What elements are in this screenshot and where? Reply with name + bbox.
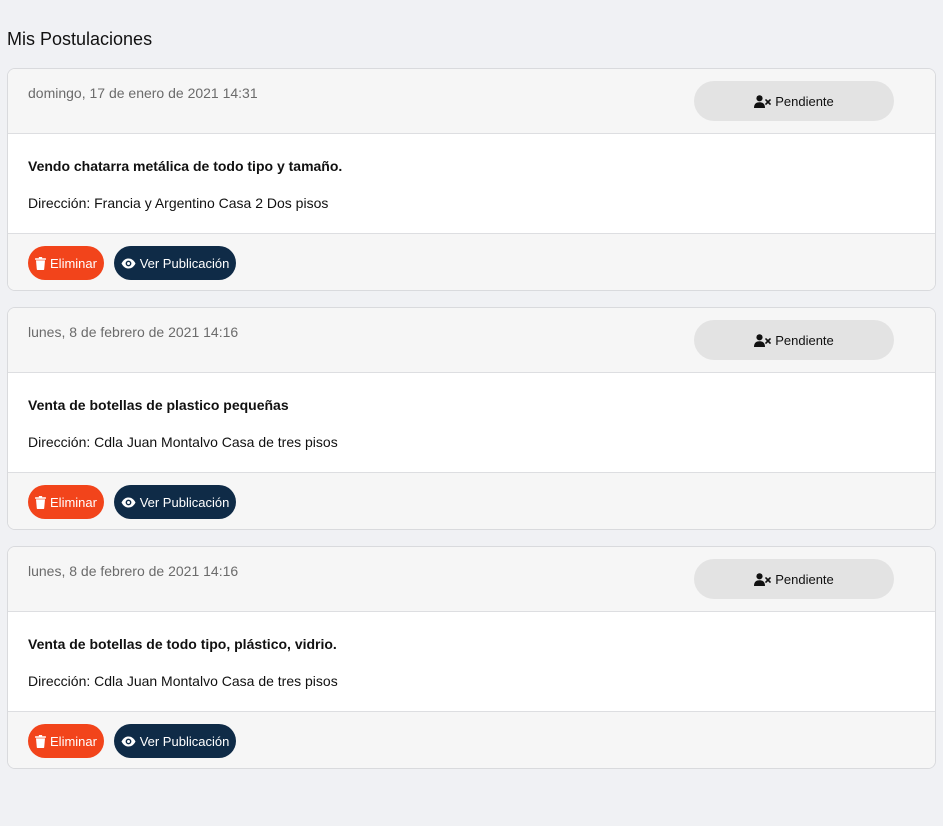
postulacion-date: lunes, 8 de febrero de 2021 14:16 (28, 563, 239, 579)
delete-label: Eliminar (50, 733, 97, 749)
status-badge: Pendiente (694, 559, 894, 599)
trash-icon (35, 495, 47, 509)
user-x-icon (754, 572, 772, 586)
card-footer: Eliminar Ver Publicación (8, 473, 935, 529)
postulacion-date: lunes, 8 de febrero de 2021 14:16 (28, 324, 239, 340)
card-header: lunes, 8 de febrero de 2021 14:16 Pendie… (8, 308, 935, 373)
user-x-icon (754, 333, 772, 347)
postulacion-title: Venta de botellas de todo tipo, plástico… (28, 636, 337, 652)
postulacion-date: domingo, 17 de enero de 2021 14:31 (28, 85, 258, 101)
card-footer: Eliminar Ver Publicación (8, 234, 935, 290)
card-footer: Eliminar Ver Publicación (8, 712, 935, 768)
page-title: Mis Postulaciones (7, 29, 153, 49)
view-label: Ver Publicación (139, 733, 230, 749)
eye-icon (121, 258, 136, 269)
postulacion-title: Venta de botellas de plastico pequeñas (28, 397, 289, 413)
delete-label: Eliminar (50, 255, 97, 271)
view-publication-button[interactable]: Ver Publicación (114, 724, 236, 758)
postulaciones-list: domingo, 17 de enero de 2021 14:31 Pendi… (7, 68, 936, 785)
user-x-icon (754, 94, 772, 108)
postulacion-address: Dirección: Francia y Argentino Casa 2 Do… (28, 195, 329, 211)
status-badge: Pendiente (694, 320, 894, 360)
card-body: Vendo chatarra metálica de todo tipo y t… (8, 134, 935, 234)
postulacion-card: lunes, 8 de febrero de 2021 14:16 Pendie… (7, 307, 936, 530)
postulacion-card: domingo, 17 de enero de 2021 14:31 Pendi… (7, 68, 936, 291)
trash-icon (35, 256, 47, 270)
postulacion-address: Dirección: Cdla Juan Montalvo Casa de tr… (28, 434, 338, 450)
eye-icon (121, 497, 136, 508)
postulacion-address: Dirección: Cdla Juan Montalvo Casa de tr… (28, 673, 338, 689)
trash-icon (35, 734, 47, 748)
status-label: Pendiente (775, 93, 834, 109)
status-badge: Pendiente (694, 81, 894, 121)
postulacion-card: lunes, 8 de febrero de 2021 14:16 Pendie… (7, 546, 936, 769)
card-body: Venta de botellas de todo tipo, plástico… (8, 612, 935, 712)
card-body: Venta de botellas de plastico pequeñas D… (8, 373, 935, 473)
view-publication-button[interactable]: Ver Publicación (114, 246, 236, 280)
delete-button[interactable]: Eliminar (28, 485, 104, 519)
status-label: Pendiente (775, 571, 834, 587)
card-header: domingo, 17 de enero de 2021 14:31 Pendi… (8, 69, 935, 134)
view-label: Ver Publicación (139, 494, 230, 510)
status-label: Pendiente (775, 332, 834, 348)
view-label: Ver Publicación (139, 255, 230, 271)
delete-button[interactable]: Eliminar (28, 724, 104, 758)
view-publication-button[interactable]: Ver Publicación (114, 485, 236, 519)
postulacion-title: Vendo chatarra metálica de todo tipo y t… (28, 158, 343, 174)
card-header: lunes, 8 de febrero de 2021 14:16 Pendie… (8, 547, 935, 612)
delete-label: Eliminar (50, 494, 97, 510)
delete-button[interactable]: Eliminar (28, 246, 104, 280)
eye-icon (121, 736, 136, 747)
